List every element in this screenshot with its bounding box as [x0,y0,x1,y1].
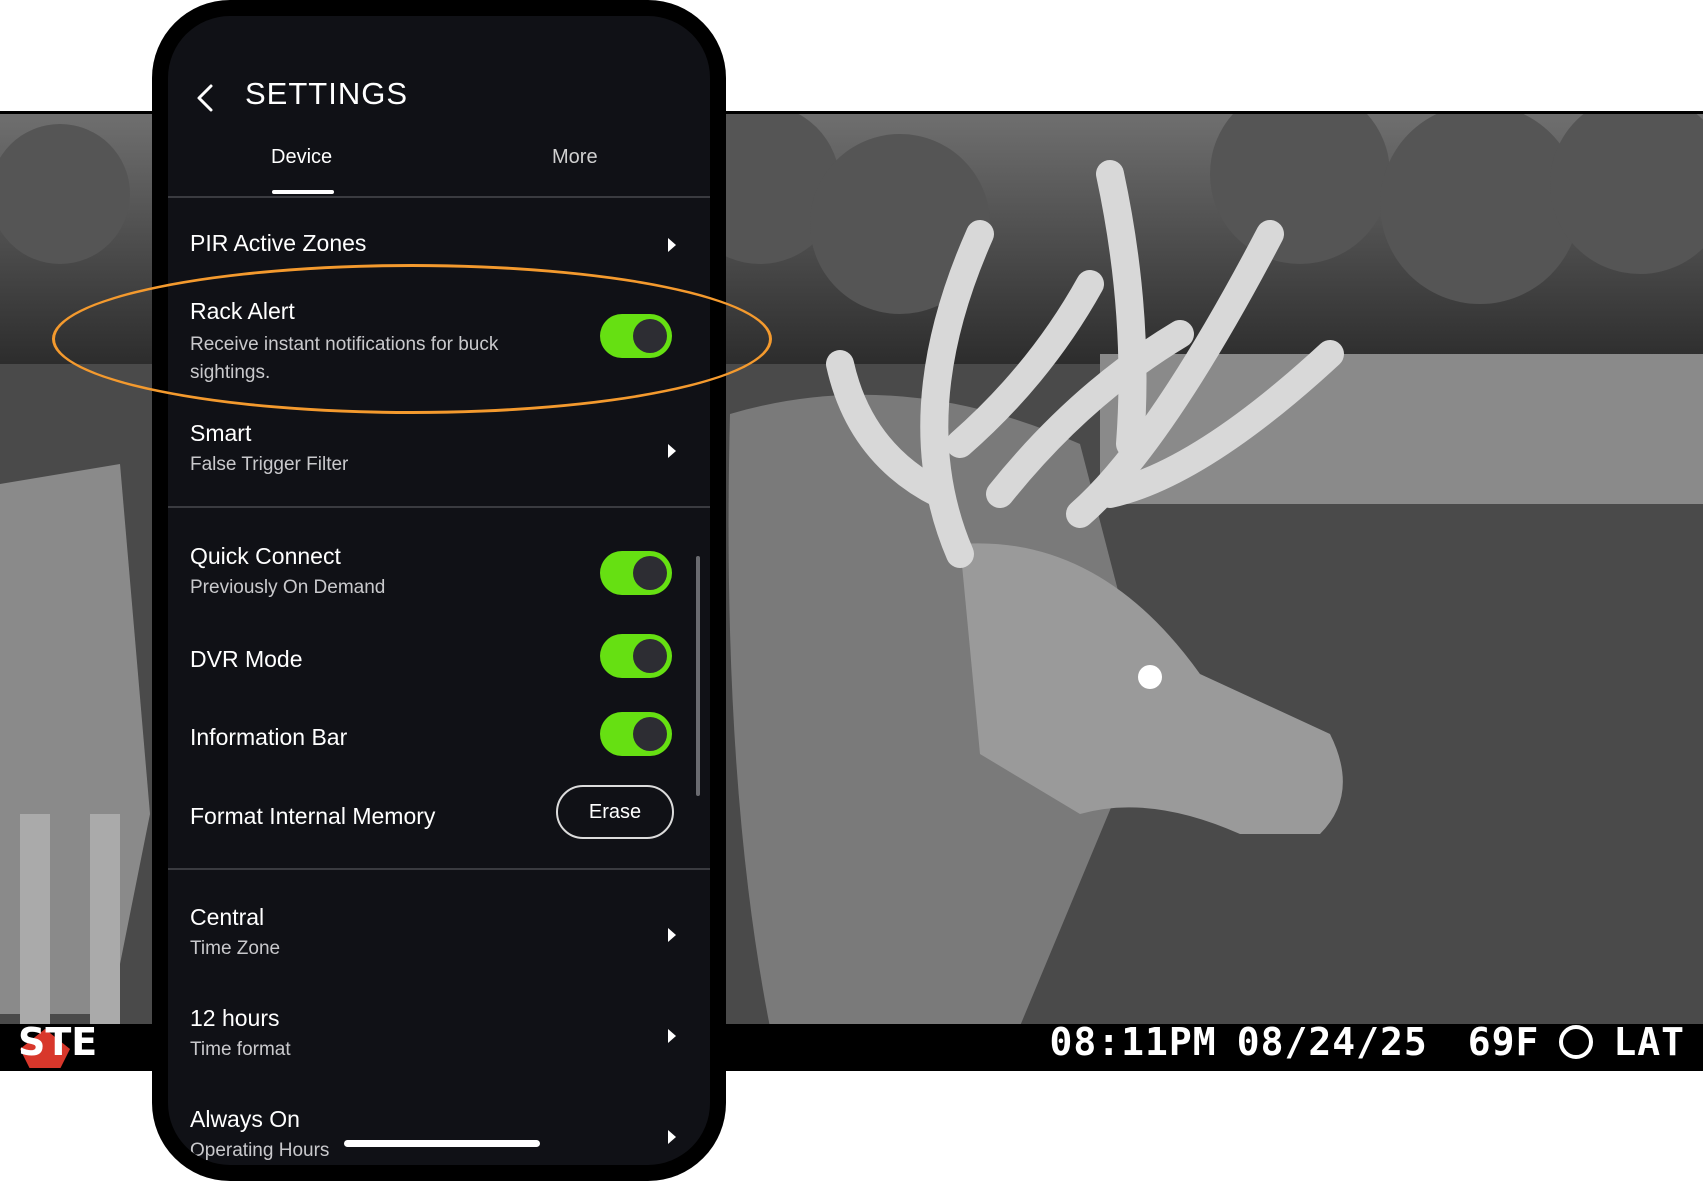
rack-alert-toggle[interactable] [600,314,672,358]
settings-screen: SETTINGS Device More PIR Active Zones Ra… [168,16,710,1165]
operating-hours-value: Always On [190,1106,300,1132]
page-title: SETTINGS [245,76,409,111]
tab-device[interactable]: Device [271,146,332,169]
stamp-location: LAT [1613,1020,1685,1064]
quick-connect-toggle[interactable] [600,551,672,595]
tab-bar: Device More [168,146,710,198]
time-format-label: Time format [190,1039,291,1060]
information-bar-toggle[interactable] [600,712,672,756]
moon-phase-icon [1559,1025,1594,1059]
setting-operating-hours[interactable]: Always On Operating Hours [190,1106,688,1165]
chevron-right-icon [668,238,676,252]
erase-button[interactable]: Erase [556,785,674,839]
smart-subtitle: False Trigger Filter [190,454,349,475]
phone-frame: SETTINGS Device More PIR Active Zones Ra… [152,0,726,1181]
setting-pir-active-zones[interactable]: PIR Active Zones [190,230,688,280]
dvr-mode-toggle[interactable] [600,634,672,678]
stamp-temp-group: 69F LAT [1468,1020,1685,1064]
pir-title: PIR Active Zones [190,230,367,256]
section-divider [168,868,710,870]
tab-more[interactable]: More [552,146,598,169]
chevron-right-icon [668,1130,676,1144]
top-bar: SETTINGS [168,68,710,128]
time-zone-label: Time Zone [190,938,281,959]
back-button[interactable] [190,82,222,114]
setting-time-format[interactable]: 12 hours Time format [190,1005,688,1075]
smart-title: Smart [190,420,252,446]
toggle-knob [633,319,667,353]
toggle-knob [633,717,667,751]
active-tab-indicator [272,190,334,194]
setting-format-memory: Format Internal Memory Erase [190,785,688,847]
setting-information-bar: Information Bar [190,712,688,768]
scrollbar[interactable] [696,556,700,796]
setting-rack-alert: Rack Alert Receive instant notifications… [190,298,688,398]
section-divider [168,506,710,508]
chevron-right-icon [668,444,676,458]
setting-quick-connect: Quick Connect Previously On Demand [190,543,688,613]
camera-info-stamp: 08:11PM 08/24/25 69F LAT [1050,1020,1685,1064]
rack-alert-subtitle-line2: sightings. [190,362,271,383]
stamp-date: 08/24/25 [1236,1020,1428,1064]
brand-watermark: STE [18,1020,97,1064]
chevron-left-icon [197,84,213,112]
toggle-knob [633,556,667,590]
home-indicator[interactable] [344,1140,540,1147]
stamp-temp: 69F [1467,1020,1540,1064]
setting-time-zone[interactable]: Central Time Zone [190,904,688,974]
stamp-time: 08:11PM [1049,1020,1217,1064]
brand-text: STE [18,1020,98,1064]
time-zone-value: Central [190,904,265,930]
chevron-right-icon [668,1029,676,1043]
setting-smart-filter[interactable]: Smart False Trigger Filter [190,420,688,490]
time-format-value: 12 hours [190,1005,280,1031]
toggle-knob [633,639,667,673]
chevron-right-icon [668,928,676,942]
setting-dvr-mode: DVR Mode [190,634,688,690]
